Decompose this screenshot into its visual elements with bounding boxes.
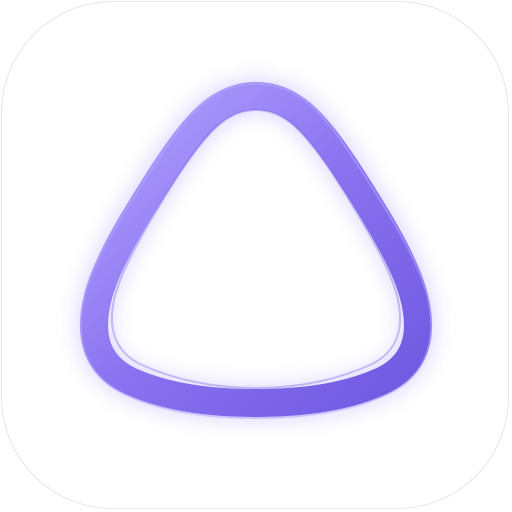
ring-body	[80, 82, 432, 417]
alice-ring-icon	[77, 78, 435, 421]
ring-glow	[77, 78, 435, 421]
app-icon-canvas	[0, 0, 512, 512]
ring-inner-edge	[110, 108, 402, 390]
